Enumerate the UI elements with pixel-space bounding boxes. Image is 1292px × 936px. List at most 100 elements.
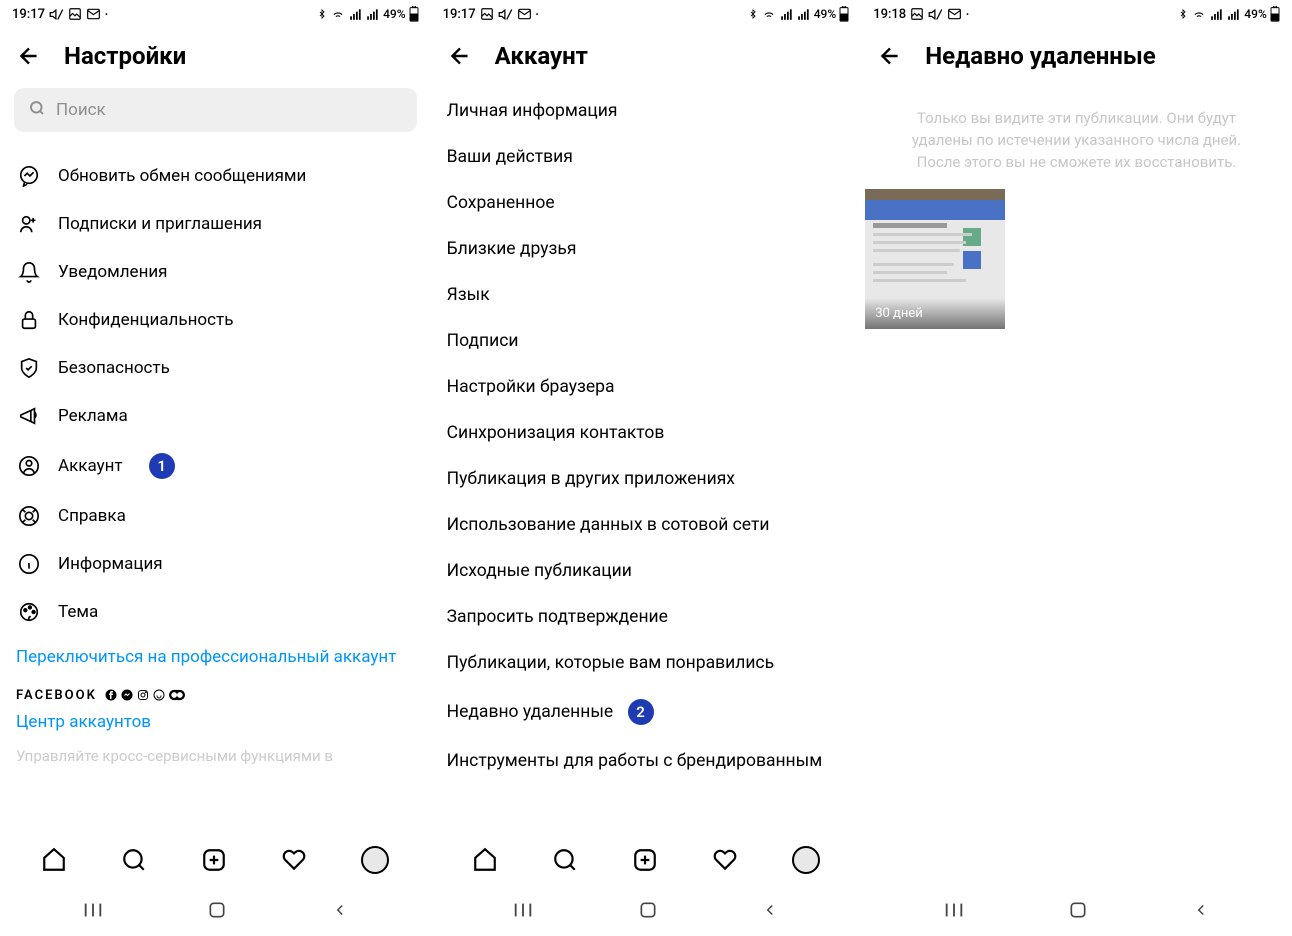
nav-search-icon[interactable]	[121, 847, 147, 873]
settings-item-label: Конфиденциальность	[58, 310, 233, 330]
settings-item-ads[interactable]: Реклама	[16, 392, 415, 440]
signal-icon	[780, 7, 794, 21]
image-icon	[68, 7, 82, 21]
account-item-close-friends[interactable]: Близкие друзья	[447, 226, 846, 272]
sys-home-icon[interactable]	[207, 900, 227, 924]
settings-item-label: Тема	[58, 602, 98, 622]
nav-activity-icon[interactable]	[712, 847, 738, 873]
bluetooth-icon	[748, 7, 758, 21]
image-icon	[910, 7, 924, 21]
page-title: Аккаунт	[495, 42, 588, 70]
settings-item-account[interactable]: Аккаунт 1	[16, 440, 415, 492]
dot-icon: •	[966, 10, 969, 19]
step-badge-2: 2	[628, 699, 654, 725]
battery-percent: 49%	[1244, 7, 1266, 21]
settings-item-notifications[interactable]: Уведомления	[16, 248, 415, 296]
search-placeholder: Поиск	[56, 100, 106, 120]
settings-item-about[interactable]: Информация	[16, 540, 415, 588]
wifi-icon	[330, 7, 346, 21]
sys-home-icon[interactable]	[1068, 900, 1088, 924]
sys-home-icon[interactable]	[638, 900, 658, 924]
page-title: Недавно удаленные	[925, 42, 1156, 70]
nav-add-icon[interactable]	[201, 847, 227, 873]
settings-item-label: Безопасность	[58, 358, 170, 378]
signal-icon	[349, 7, 363, 21]
settings-item-messaging[interactable]: Обновить обмен сообщениями	[16, 152, 415, 200]
switch-professional-link[interactable]: Переключиться на профессиональный аккаун…	[16, 636, 415, 676]
header: Недавно удаленные	[861, 28, 1292, 88]
info-icon	[16, 553, 42, 575]
status-time: 19:17	[443, 7, 476, 22]
back-icon[interactable]	[447, 43, 473, 69]
account-item-original-posts[interactable]: Исходные публикации	[447, 548, 846, 594]
follow-icon	[16, 213, 42, 235]
sys-back-icon[interactable]	[761, 901, 779, 923]
help-icon	[16, 505, 42, 527]
battery-icon	[1270, 6, 1280, 22]
account-item-branded-content[interactable]: Инструменты для работы с брендированным	[447, 738, 846, 784]
settings-item-theme[interactable]: Тема	[16, 588, 415, 636]
nav-search-icon[interactable]	[552, 847, 578, 873]
account-item-verification[interactable]: Запросить подтверждение	[447, 594, 846, 640]
battery-icon	[409, 6, 419, 22]
system-nav	[0, 888, 431, 936]
settings-item-security[interactable]: Безопасность	[16, 344, 415, 392]
signal-icon-2	[1227, 7, 1241, 21]
messenger-icon	[16, 165, 42, 187]
sys-back-icon[interactable]	[331, 901, 349, 923]
account-item-contacts-sync[interactable]: Синхронизация контактов	[447, 410, 846, 456]
screen-account: 19:17 • 49% Аккаунт Личная информация Ва…	[431, 0, 862, 936]
account-item-language[interactable]: Язык	[447, 272, 846, 318]
sys-recents-icon[interactable]	[512, 901, 534, 923]
deleted-post-thumbnail[interactable]: 30 дней	[865, 189, 1005, 329]
image-icon	[480, 7, 494, 21]
search-input[interactable]: Поиск	[14, 88, 417, 132]
battery-percent: 49%	[814, 7, 836, 21]
wifi-icon	[761, 7, 777, 21]
settings-item-privacy[interactable]: Конфиденциальность	[16, 296, 415, 344]
signal-icon	[1210, 7, 1224, 21]
account-item-saved[interactable]: Сохраненное	[447, 180, 846, 226]
account-item-personal-info[interactable]: Личная информация	[447, 88, 846, 134]
account-item-sharing-apps[interactable]: Публикация в других приложениях	[447, 456, 846, 502]
account-item-liked-posts[interactable]: Публикации, которые вам понравились	[447, 640, 846, 686]
mute-icon	[928, 7, 943, 22]
dot-icon: •	[105, 10, 108, 19]
nav-profile-icon[interactable]	[361, 846, 389, 874]
sys-recents-icon[interactable]	[82, 901, 104, 923]
nav-home-icon[interactable]	[472, 847, 498, 873]
shield-icon	[16, 357, 42, 379]
nav-add-icon[interactable]	[632, 847, 658, 873]
account-item-browser[interactable]: Настройки браузера	[447, 364, 846, 410]
nav-activity-icon[interactable]	[281, 847, 307, 873]
recently-deleted-info: Только вы видите эти публикации. Они буд…	[861, 88, 1292, 189]
settings-item-follow[interactable]: Подписки и приглашения	[16, 200, 415, 248]
dot-icon: •	[536, 10, 539, 19]
settings-item-label: Обновить обмен сообщениями	[58, 166, 306, 186]
settings-item-help[interactable]: Справка	[16, 492, 415, 540]
account-item-activity[interactable]: Ваши действия	[447, 134, 846, 180]
settings-item-label: Информация	[58, 554, 163, 574]
status-bar: 19:17 • 49%	[0, 0, 431, 28]
settings-item-label: Реклама	[58, 406, 128, 426]
status-time: 19:18	[873, 7, 906, 22]
lock-icon	[16, 309, 42, 331]
nav-home-icon[interactable]	[41, 847, 67, 873]
wifi-icon	[1191, 7, 1207, 21]
nav-profile-icon[interactable]	[792, 846, 820, 874]
battery-percent: 49%	[383, 7, 405, 21]
account-item-recently-deleted[interactable]: Недавно удаленные 2	[447, 686, 846, 738]
settings-list: Обновить обмен сообщениями Подписки и пр…	[0, 152, 431, 832]
sys-recents-icon[interactable]	[943, 901, 965, 923]
facebook-section-header: FACEBOOK	[16, 676, 415, 711]
mail-icon	[86, 7, 101, 21]
account-item-captions[interactable]: Подписи	[447, 318, 846, 364]
back-icon[interactable]	[877, 43, 903, 69]
header: Аккаунт	[431, 28, 862, 88]
accounts-center-link[interactable]: Центр аккаунтов	[16, 711, 415, 741]
mail-icon	[517, 7, 532, 21]
back-icon[interactable]	[16, 43, 42, 69]
sys-back-icon[interactable]	[1192, 901, 1210, 923]
search-icon	[28, 99, 46, 122]
account-item-cellular-data[interactable]: Использование данных в сотовой сети	[447, 502, 846, 548]
